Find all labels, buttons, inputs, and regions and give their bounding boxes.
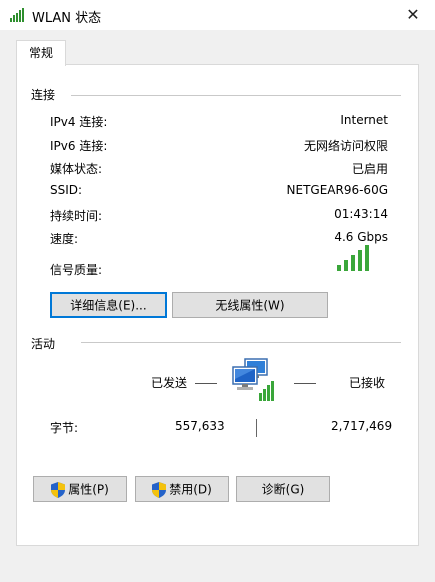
tab-panel-general: 连接 IPv4 连接: Internet IPv6 连接: 无网络访问权限 媒体… bbox=[16, 64, 419, 546]
disable-button-label: 禁用(D) bbox=[169, 482, 212, 497]
details-button-label: 详细信息(E)... bbox=[70, 298, 147, 313]
received-label: 已接收 bbox=[349, 376, 386, 390]
speed-value: 4.6 Gbps bbox=[334, 230, 388, 244]
signal-bars-icon bbox=[337, 245, 369, 271]
duration-label: 持续时间: bbox=[50, 209, 103, 223]
signal-quality-label: 信号质量: bbox=[50, 263, 103, 277]
media-state-label: 媒体状态: bbox=[50, 162, 103, 176]
sent-line bbox=[195, 383, 217, 384]
bytes-separator bbox=[256, 419, 257, 437]
details-button[interactable]: 详细信息(E)... bbox=[50, 292, 167, 318]
ipv4-label: IPv4 连接: bbox=[50, 115, 108, 129]
close-button[interactable]: ✕ bbox=[391, 0, 435, 30]
network-computers-icon bbox=[232, 358, 274, 401]
ipv4-value: Internet bbox=[340, 113, 388, 127]
activity-divider bbox=[81, 342, 401, 343]
wireless-properties-button[interactable]: 无线属性(W) bbox=[172, 292, 328, 318]
sent-label: 已发送 bbox=[151, 376, 188, 390]
diagnose-button[interactable]: 诊断(G) bbox=[236, 476, 330, 502]
ipv6-label: IPv6 连接: bbox=[50, 139, 108, 153]
media-state-value: 已启用 bbox=[351, 162, 388, 176]
connection-group-label: 连接 bbox=[31, 86, 62, 103]
properties-button[interactable]: 属性(P) bbox=[33, 476, 127, 502]
window-title: WLAN 状态 bbox=[32, 11, 102, 26]
ssid-value: NETGEAR96-60G bbox=[286, 183, 388, 197]
ssid-label: SSID: bbox=[50, 183, 83, 197]
activity-group-label: 活动 bbox=[31, 335, 62, 352]
speed-label: 速度: bbox=[50, 232, 79, 246]
tab-general[interactable]: 常规 bbox=[16, 40, 66, 66]
disable-button[interactable]: 禁用(D) bbox=[135, 476, 229, 502]
ipv6-value: 无网络访问权限 bbox=[303, 139, 388, 153]
duration-value: 01:43:14 bbox=[334, 207, 388, 221]
shield-icon bbox=[152, 481, 167, 498]
bytes-sent-value: 557,633 bbox=[175, 419, 225, 433]
wifi-signal-icon bbox=[10, 8, 24, 22]
connection-divider bbox=[71, 95, 401, 96]
shield-icon bbox=[51, 481, 66, 498]
properties-button-label: 属性(P) bbox=[68, 482, 109, 497]
wireless-properties-label: 无线属性(W) bbox=[215, 298, 285, 313]
received-line bbox=[294, 383, 316, 384]
title-bar: WLAN 状态 ✕ bbox=[0, 0, 435, 30]
bytes-received-value: 2,717,469 bbox=[331, 419, 393, 433]
bytes-label: 字节: bbox=[50, 421, 79, 435]
diagnose-button-label: 诊断(G) bbox=[261, 482, 305, 497]
dialog-body: 常规 连接 IPv4 连接: Internet IPv6 连接: 无网络访问权限… bbox=[0, 30, 435, 582]
